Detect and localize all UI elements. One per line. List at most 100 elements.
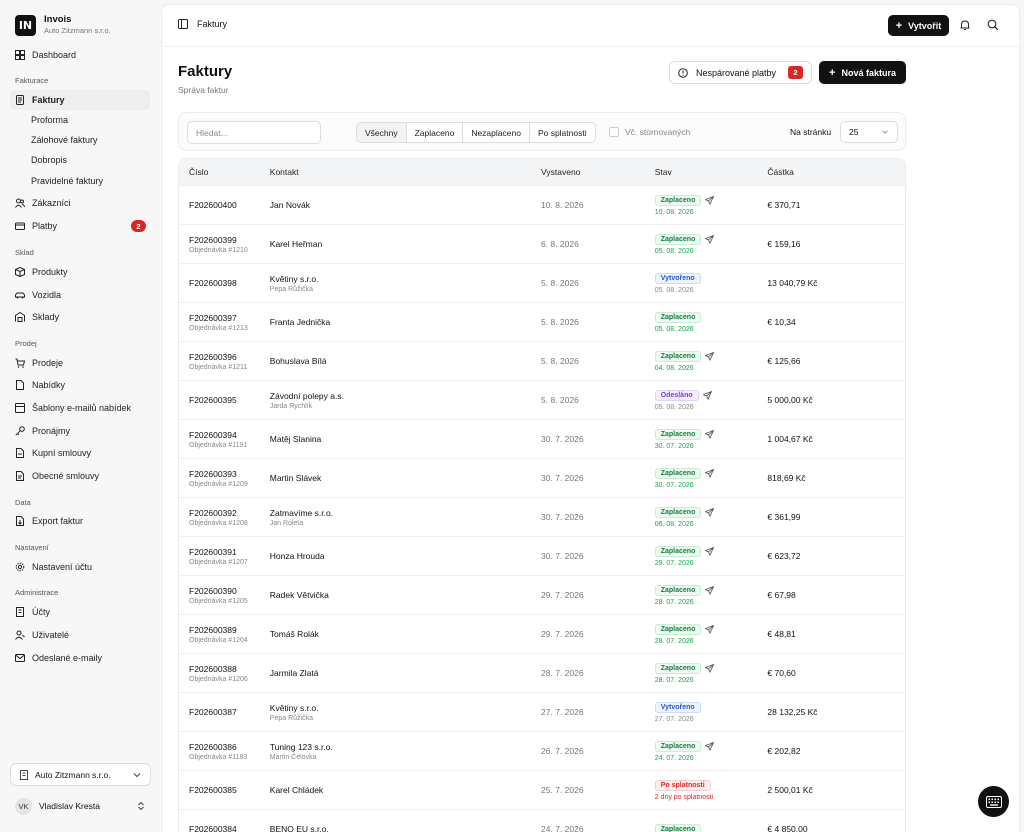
send-icon <box>705 468 715 478</box>
sidebar-item-nastaveni[interactable]: Nastavení účtu <box>10 557 150 577</box>
invoice-number-cell: F202600386 Objednávka #1183 <box>179 742 270 761</box>
table-row[interactable]: F202600395 Závodní polepy a.s. Jarda Rychl… <box>179 380 905 419</box>
status-date: 29. 07. 2026 <box>654 559 694 567</box>
sidebar-item-sklady[interactable]: Sklady <box>10 307 150 327</box>
send-icon <box>702 390 712 400</box>
create-button[interactable]: + Vytvořit <box>888 15 949 36</box>
breadcrumb-current: Faktury <box>197 19 228 29</box>
table-row[interactable]: F202600391 Objednávka #1207 Honza Hrouda 30… <box>179 536 905 575</box>
sidebar-item-sablony[interactable]: Šablony e-mailů nabídek <box>10 398 150 418</box>
issued-date: 30. 7. 2026 <box>541 434 584 444</box>
contact-cell: BENO EU s.r.o. <box>270 824 541 832</box>
sidebar-item-produkty[interactable]: Produkty <box>10 262 150 282</box>
send-icon <box>705 546 715 556</box>
table-row[interactable]: F202600389 Objednávka #1204 Tomáš Rolák 29.… <box>179 614 905 653</box>
new-invoice-button[interactable]: + Nová faktura <box>819 61 906 84</box>
table-row[interactable]: F202600386 Objednávka #1183 Tuning 123 s.r… <box>179 731 905 770</box>
invoice-number[interactable]: F202600388 <box>189 664 237 674</box>
box-icon <box>15 267 25 277</box>
sidebar-item-pravidelne[interactable]: Pravidelné faktury <box>10 171 150 191</box>
status-date: 05. 08. 2026 <box>654 247 694 255</box>
invoice-number[interactable]: F202600398 <box>189 278 237 288</box>
user-menu[interactable]: VK Vladislav Kresta <box>10 795 151 817</box>
table-row[interactable]: F202600396 Objednávka #1211 Bohuslava Bílá… <box>179 341 905 380</box>
filter-all[interactable]: Všechny <box>357 123 407 142</box>
sidebar-item-zalohove[interactable]: Zálohové faktury <box>10 130 150 150</box>
filter-unpaid[interactable]: Nezaplaceno <box>463 123 530 142</box>
sidebar-item-dashboard[interactable]: Dashboard <box>10 45 150 65</box>
table-row[interactable]: F202600388 Objednávka #1206 Jarmila Zlatá 2… <box>179 653 905 692</box>
invoice-number[interactable]: F202600395 <box>189 395 237 405</box>
col-amount[interactable]: Částka <box>767 167 905 177</box>
sidebar-item-emaily[interactable]: Odeslané e-maily <box>10 648 150 668</box>
per-page-select[interactable]: 25 <box>840 121 898 143</box>
sidebar-item-faktury[interactable]: Faktury <box>10 90 150 110</box>
invoice-number[interactable]: F202600390 <box>189 586 237 596</box>
invoice-number[interactable]: F202600384 <box>189 824 237 832</box>
send-icon <box>705 234 715 244</box>
sidebar-item-pronajmy[interactable]: Pronájmy <box>10 421 150 441</box>
invoice-number[interactable]: F202600399 <box>189 235 237 245</box>
sidebar-item-uzivatele[interactable]: Uživatelé <box>10 625 150 645</box>
status-date: 10. 08. 2026 <box>654 208 694 216</box>
sidebar-item-dobropis[interactable]: Dobropis <box>10 150 150 170</box>
table-row[interactable]: F202600397 Objednávka #1213 Franta Jedničk… <box>179 302 905 341</box>
table-row[interactable]: F202600400 Jan Novák 10. 8. 2026 Zaplaceno 1… <box>179 185 905 224</box>
table-row[interactable]: F202600399 Objednávka #1210 Karel Heřman 6.… <box>179 224 905 263</box>
invoice-number[interactable]: F202600387 <box>189 707 237 717</box>
invoice-number[interactable]: F202600393 <box>189 469 237 479</box>
search-input[interactable] <box>187 121 321 144</box>
brand[interactable]: IN Invois Auto Zitzmann s.r.o. <box>15 14 111 36</box>
keyboard-shortcuts-button[interactable] <box>978 786 1009 817</box>
company-select[interactable]: Auto Zitzmann s.r.o. <box>10 763 151 786</box>
unmatched-payments-button[interactable]: Nespárované platby 2 <box>669 61 812 84</box>
notifications-button[interactable] <box>957 17 973 33</box>
sidebar-item-proforma[interactable]: Proforma <box>10 110 150 130</box>
sidebar-item-vozidla[interactable]: Vozidla <box>10 285 150 305</box>
sidebar-item-zakaznici[interactable]: Zákazníci <box>10 193 150 213</box>
contact-cell: Bohuslava Bílá <box>270 356 541 366</box>
invoice-number[interactable]: F202600397 <box>189 313 237 323</box>
app-logo: IN <box>15 14 36 36</box>
table-row[interactable]: F202600384 BENO EU s.r.o. 24. 7. 2026 Zapla… <box>179 809 905 832</box>
table-row[interactable]: F202600393 Objednávka #1209 Martin Slávek 3… <box>179 458 905 497</box>
filter-paid[interactable]: Zaplaceno <box>407 123 464 142</box>
invoice-number[interactable]: F202600389 <box>189 625 237 635</box>
sidebar-toggle-icon[interactable] <box>178 19 188 29</box>
contact-name: Tomáš Rolák <box>269 629 319 639</box>
sidebar-item-export[interactable]: Export faktur <box>10 511 150 531</box>
sidebar-item-kupni[interactable]: Kupní smlouvy <box>10 443 150 463</box>
table-row[interactable]: F202600387 Květiny s.r.o. Pepa Růžička 27. … <box>179 692 905 731</box>
invoice-number[interactable]: F202600385 <box>189 785 237 795</box>
invoice-number[interactable]: F202600396 <box>189 352 237 362</box>
col-contact[interactable]: Kontakt <box>270 167 541 177</box>
search-button[interactable] <box>985 17 1001 33</box>
col-number[interactable]: Číslo <box>179 167 270 177</box>
contact-name: BENO EU s.r.o. <box>269 824 329 832</box>
table-row[interactable]: F202600385 Karel Chládek 25. 7. 2026 Po spl… <box>179 770 905 809</box>
invoice-number[interactable]: F202600394 <box>189 430 237 440</box>
table-row[interactable]: F202600392 Objednávka #1208 Zatmavíme s.r.… <box>179 497 905 536</box>
invoice-number[interactable]: F202600392 <box>189 508 237 518</box>
table-row[interactable]: F202600394 Objednávka #1191 Matěj Slanina 3… <box>179 419 905 458</box>
status-cell: Zaplaceno <box>654 823 768 832</box>
contact-person: Jarda Rychlík <box>269 402 313 410</box>
invoice-number[interactable]: F202600400 <box>189 200 237 210</box>
sidebar-item-platby[interactable]: Platby 2 <box>10 216 150 236</box>
col-issued[interactable]: Vystaveno <box>541 167 655 177</box>
contact-cell: Franta Jednička <box>270 317 541 327</box>
sidebar-item-nabidky[interactable]: Nabídky <box>10 375 150 395</box>
table-row[interactable]: F202600398 Květiny s.r.o. Pepa Růžička 5. 8… <box>179 263 905 302</box>
invoice-number[interactable]: F202600391 <box>189 547 237 557</box>
contract-icon <box>15 448 25 458</box>
sidebar-item-prodeje[interactable]: Prodeje <box>10 353 150 373</box>
invoice-number[interactable]: F202600386 <box>189 742 237 752</box>
include-cancelled-toggle[interactable]: Vč. stornovaných <box>609 127 690 137</box>
sidebar-item-obecne[interactable]: Obecné smlouvy <box>10 466 150 486</box>
sidebar-item-label: Šablony e-mailů nabídek <box>32 403 132 413</box>
include-cancelled-checkbox[interactable] <box>609 127 619 137</box>
table-row[interactable]: F202600390 Objednávka #1205 Radek Větvička… <box>179 575 905 614</box>
filter-overdue[interactable]: Po splatnosti <box>530 123 595 142</box>
sidebar-item-ucty[interactable]: Účty <box>10 602 150 622</box>
col-status[interactable]: Stav <box>655 167 768 177</box>
